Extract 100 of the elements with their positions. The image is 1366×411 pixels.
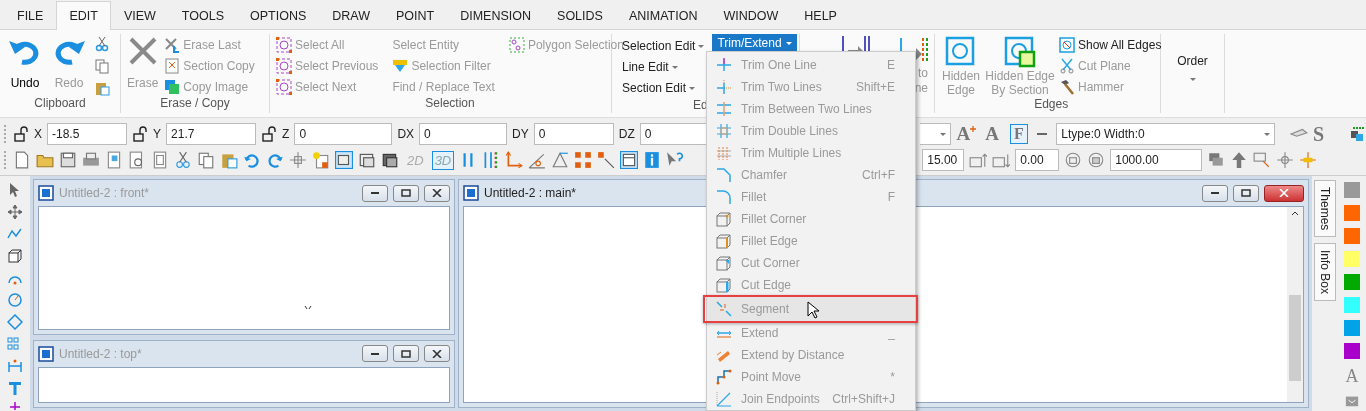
dash-icon[interactable]	[1036, 133, 1048, 135]
squares-icon[interactable]	[574, 151, 593, 169]
coordinate-field[interactable]: -18.5	[47, 123, 127, 145]
menu-tab[interactable]: POINT	[383, 1, 448, 30]
coordinate-field[interactable]: 0	[533, 123, 614, 145]
triangle-icon[interactable]	[551, 151, 570, 169]
scissors-icon[interactable]	[174, 151, 192, 169]
number-field[interactable]: 0.00	[1015, 149, 1060, 171]
maximize-button[interactable]	[393, 184, 419, 202]
crosshair-icon[interactable]	[289, 151, 307, 169]
color-swatch[interactable]	[1344, 320, 1360, 336]
save-icon[interactable]	[59, 151, 77, 169]
lock-icon[interactable]	[261, 126, 278, 142]
close-button[interactable]	[424, 345, 450, 363]
page-icon[interactable]	[105, 151, 123, 169]
view-icon[interactable]	[381, 151, 399, 169]
window-icon[interactable]	[620, 151, 639, 169]
menu-tab[interactable]: DRAW	[319, 1, 383, 30]
dropdown-button[interactable]: Line Edit	[622, 57, 705, 77]
crosshair-icon[interactable]	[1276, 151, 1295, 169]
cut-icon[interactable]	[94, 36, 110, 52]
ribbon-item[interactable]: Show All Edges	[1059, 36, 1162, 54]
close-button[interactable]	[424, 184, 450, 202]
trim-extend-button[interactable]: Trim/Extend	[712, 34, 797, 52]
layers-icon[interactable]	[1350, 126, 1366, 142]
menu-tab[interactable]: HELP	[791, 1, 850, 30]
coordinate-field[interactable]: 0	[419, 123, 508, 145]
circle-icon[interactable]	[7, 292, 23, 308]
crosshair-icon[interactable]	[1299, 151, 1318, 169]
copy-icon[interactable]	[197, 151, 215, 169]
side-tab[interactable]: Info Box	[1314, 243, 1336, 302]
lock-icon[interactable]	[13, 126, 29, 142]
axes-icon[interactable]	[505, 151, 524, 169]
color-swatch[interactable]	[1344, 205, 1360, 221]
camera-up-icon[interactable]	[969, 151, 988, 169]
camera-arrow-icon[interactable]	[1253, 151, 1272, 169]
rotate-camera-icon[interactable]	[1087, 151, 1106, 169]
view-icon[interactable]	[358, 151, 376, 169]
dimension-icon[interactable]	[7, 358, 23, 374]
menu-tab[interactable]: DIMENSION	[447, 1, 545, 30]
view-icon[interactable]	[335, 151, 353, 169]
color-swatch[interactable]	[1344, 343, 1360, 359]
paste-icon[interactable]	[220, 151, 238, 169]
edges-icon[interactable]	[1059, 37, 1075, 53]
maximize-button[interactable]	[1233, 184, 1259, 202]
menu-tab[interactable]: VIEW	[110, 1, 169, 30]
dropdown-button[interactable]: Section Edit	[622, 78, 705, 98]
line-style-field[interactable]: Ltype:0 Width:0	[1056, 123, 1275, 145]
menu-tab[interactable]: ANIMATION	[615, 1, 711, 30]
number-field[interactable]: 1000.00	[1110, 149, 1203, 171]
number-field[interactable]: 15.00	[922, 149, 965, 171]
scroll-up-icon[interactable]	[1291, 211, 1299, 216]
color-swatch[interactable]	[1344, 297, 1360, 313]
style-button[interactable]: S	[1312, 122, 1325, 146]
paste-icon[interactable]	[94, 80, 110, 96]
undo-button[interactable]: Undo	[6, 34, 44, 96]
document-icon[interactable]	[13, 151, 31, 169]
scrollbar-thumb[interactable]	[1289, 295, 1301, 381]
stack-down-icon[interactable]	[1207, 151, 1226, 169]
camera-down-icon[interactable]	[992, 151, 1011, 169]
text-size-button[interactable]: A	[956, 123, 977, 145]
tray-icon[interactable]	[1345, 394, 1359, 408]
text-tool-icon[interactable]	[7, 380, 23, 396]
minimize-button[interactable]	[1202, 184, 1228, 202]
dropdown-button[interactable]: Selection Edit	[622, 36, 705, 56]
menu-tab[interactable]: SOLIDS	[544, 1, 616, 30]
minimize-button[interactable]	[362, 184, 388, 202]
coordinate-field[interactable]: 21.7	[166, 123, 257, 145]
font-button[interactable]: F	[1009, 124, 1028, 144]
menu-tab[interactable]: OPTIONS	[237, 1, 320, 30]
cube-icon[interactable]	[7, 248, 23, 264]
color-swatch[interactable]	[1344, 228, 1360, 244]
lock-icon[interactable]	[132, 126, 148, 142]
diamond-icon[interactable]	[7, 314, 23, 330]
color-swatch[interactable]	[1344, 274, 1360, 290]
order-button[interactable]: Order	[1161, 34, 1224, 93]
color-swatch[interactable]	[1344, 182, 1360, 198]
printer-icon[interactable]	[82, 151, 100, 169]
star-page-icon[interactable]	[312, 151, 330, 169]
arrow-squares-icon[interactable]	[597, 151, 616, 169]
dropdown-field[interactable]	[920, 123, 952, 145]
menu-tab[interactable]: EDIT	[56, 1, 111, 30]
text-button[interactable]: A	[985, 123, 999, 145]
close-button[interactable]	[1264, 184, 1304, 202]
scrollbar[interactable]	[1287, 207, 1303, 402]
menu-tab[interactable]: TOOLS	[168, 1, 237, 30]
undo-icon[interactable]	[243, 151, 261, 169]
copy-icon[interactable]	[94, 58, 110, 74]
minimize-button[interactable]	[362, 345, 388, 363]
move-icon[interactable]	[7, 204, 23, 220]
coordinate-field[interactable]: 0	[294, 123, 393, 145]
maximize-button[interactable]	[393, 345, 419, 363]
page-icon[interactable]	[151, 151, 169, 169]
color-swatch[interactable]	[1344, 251, 1360, 267]
menu-tab[interactable]: WINDOW	[710, 1, 792, 30]
menu-tab[interactable]: FILE	[4, 1, 57, 30]
text-style-button[interactable]: A	[1345, 366, 1359, 387]
view-mode-button[interactable]: 2D	[404, 150, 427, 170]
info-icon[interactable]	[643, 151, 662, 169]
redo-icon[interactable]	[266, 151, 284, 169]
